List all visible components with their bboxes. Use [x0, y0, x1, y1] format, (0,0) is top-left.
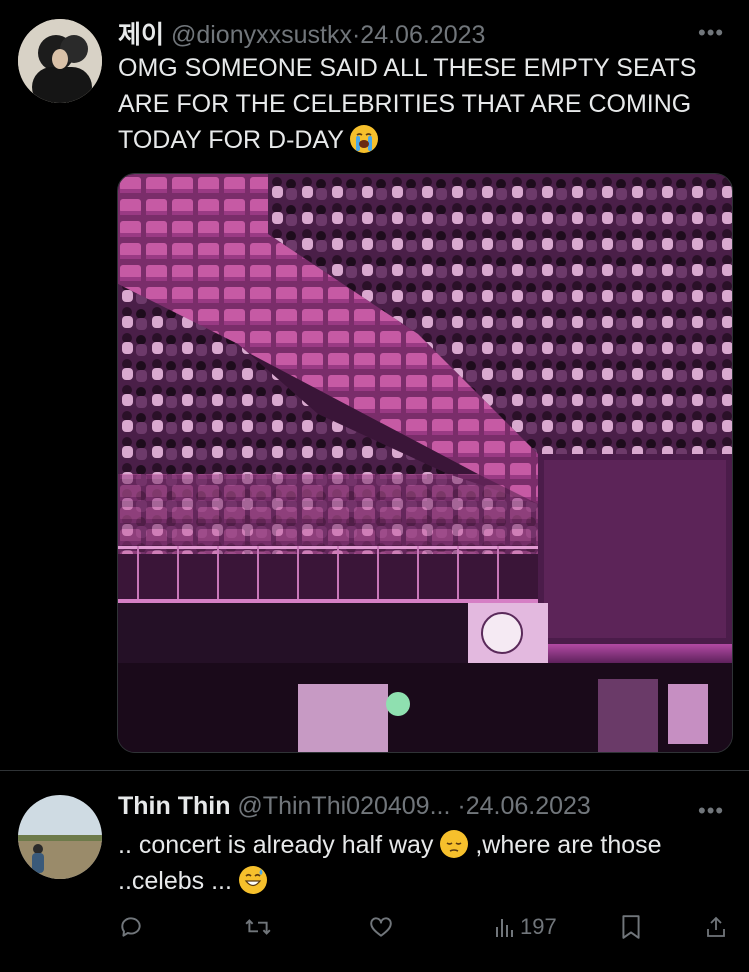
reply-icon	[121, 917, 141, 937]
retweet-icon	[245, 919, 271, 935]
tweet-text: OMG SOMEONE SAID ALL THESE EMPTY SEATS A…	[118, 50, 718, 158]
bookmark-button[interactable]	[620, 914, 642, 940]
bookmark-icon	[622, 915, 640, 939]
more-options-button[interactable]: •••	[698, 20, 724, 46]
views-button[interactable]: 197	[494, 914, 557, 940]
tweet-header: 제이 @dionyxxsustkx·24.06.2023	[118, 15, 485, 51]
tweet-media-photo[interactable]	[117, 173, 733, 753]
reply-button[interactable]	[118, 914, 144, 940]
share-icon	[707, 916, 725, 937]
tweet-2[interactable]: Thin Thin @ThinThi020409... ·24.06.2023 …	[0, 771, 749, 972]
stadium-photo	[118, 174, 732, 752]
pensive-face-icon	[440, 830, 469, 858]
handle[interactable]: @dionyxxsustkx	[171, 21, 352, 49]
tweet-text-part1: .. concert is already half way	[118, 831, 434, 859]
avatar-image	[18, 795, 102, 879]
like-button[interactable]	[368, 914, 394, 940]
tweet-text-content: OMG SOMEONE SAID ALL THESE EMPTY SEATS A…	[118, 54, 697, 154]
tweet-action-bar: 197	[118, 914, 730, 948]
views-icon	[496, 919, 513, 937]
tweet-text: .. concert is already half way ,where ar…	[118, 827, 698, 899]
retweet-button[interactable]	[244, 914, 272, 940]
avatar[interactable]	[18, 795, 102, 879]
avatar-image	[18, 19, 102, 103]
display-name[interactable]: Thin Thin	[118, 792, 230, 820]
display-name[interactable]: 제이	[118, 21, 164, 49]
handle[interactable]: @ThinThi020409...	[237, 792, 450, 820]
views-count: 197	[520, 914, 557, 939]
tweet-1[interactable]: 제이 @dionyxxsustkx·24.06.2023 ••• OMG SOM…	[0, 0, 749, 770]
share-button[interactable]	[704, 914, 728, 940]
tweet-date[interactable]: 24.06.2023	[466, 792, 591, 820]
tweet-date[interactable]: 24.06.2023	[360, 21, 485, 49]
heart-icon	[370, 917, 392, 937]
separator: ·	[457, 792, 466, 820]
avatar[interactable]	[18, 19, 102, 103]
more-options-button[interactable]: •••	[698, 798, 724, 824]
grinning-sweat-face-icon	[238, 866, 267, 894]
loudly-crying-face-icon	[350, 125, 379, 153]
tweet-header: Thin Thin @ThinThi020409... ·24.06.2023	[118, 792, 591, 821]
